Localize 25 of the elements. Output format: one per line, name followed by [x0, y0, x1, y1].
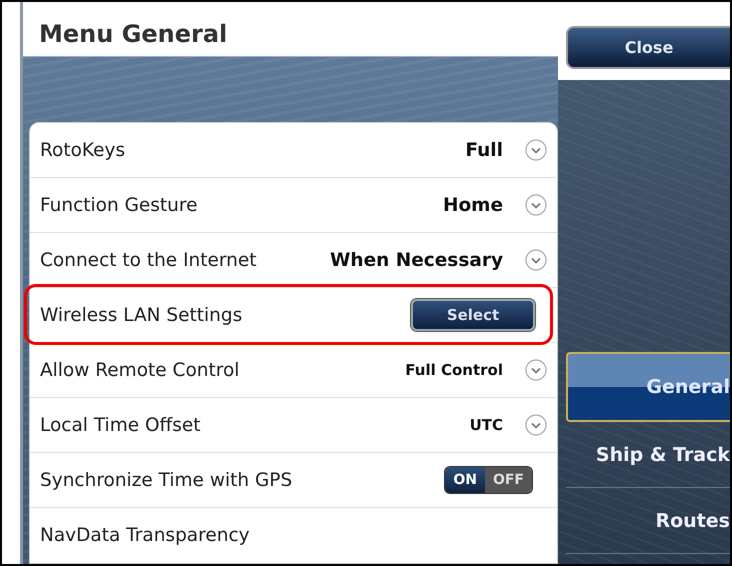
setting-value: Full: [465, 140, 503, 160]
chevron-down-icon[interactable]: [525, 249, 547, 271]
setting-label: Wireless LAN Settings: [40, 304, 244, 326]
setting-label: Function Gesture: [40, 194, 198, 216]
setting-value: Home: [442, 194, 503, 216]
toggle-switch[interactable]: ON OFF: [444, 466, 533, 494]
setting-label: Allow Remote Control: [40, 360, 240, 380]
setting-label: RotoKeys: [40, 140, 126, 160]
window-title: Menu General: [39, 20, 228, 48]
sidebar-item[interactable]: Routes: [566, 488, 730, 554]
setting-label: Connect to the Internet: [40, 250, 258, 270]
setting-label: NavData Transparency: [40, 525, 251, 546]
setting-label: Synchronize Time with GPS: [40, 470, 294, 490]
select-button[interactable]: Select: [411, 299, 535, 331]
chevron-down-icon[interactable]: [525, 194, 547, 216]
setting-value: Full Control: [405, 361, 503, 379]
setting-value: UTC: [470, 416, 503, 434]
chevron-down-icon[interactable]: [525, 359, 547, 381]
sidebar-item[interactable]: Ship & Track: [566, 422, 730, 488]
chevron-down-icon[interactable]: [525, 414, 547, 436]
sidebar-item[interactable]: General: [566, 352, 730, 422]
setting-label: Local Time Offset: [40, 414, 202, 436]
close-button[interactable]: Close: [566, 26, 730, 69]
setting-value: When Necessary: [330, 250, 503, 270]
chevron-down-icon[interactable]: [525, 139, 547, 161]
